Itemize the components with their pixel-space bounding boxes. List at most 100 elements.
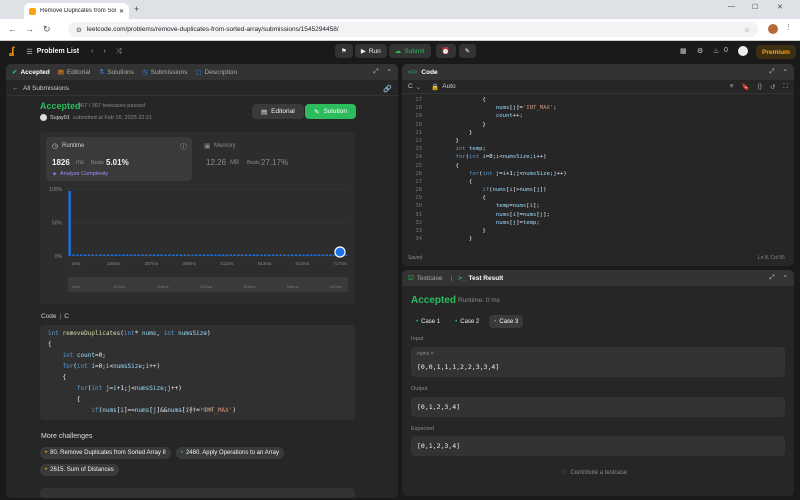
problem-list-link[interactable]: Problem List (37, 48, 79, 55)
chart-bar[interactable] (141, 254, 144, 257)
chart-bar[interactable] (129, 254, 133, 257)
chart-bar[interactable] (264, 254, 267, 257)
chart-bar[interactable] (252, 254, 255, 257)
chart-bar[interactable] (229, 254, 232, 257)
expand-result-icon[interactable]: ⤢ (769, 274, 774, 282)
tab-accepted[interactable]: ✔ Accepted (12, 68, 50, 77)
chart-bar[interactable] (287, 254, 290, 257)
analyze-complexity-link[interactable]: Analyze Complexity (60, 171, 108, 177)
editor-code-line[interactable]: int temp; (442, 146, 782, 154)
chart-bar[interactable] (321, 254, 324, 257)
chart-bar[interactable] (218, 254, 221, 257)
editor-code-line[interactable]: for(int i=0;i<numsSize;i++) (442, 154, 782, 162)
editor-code-line[interactable]: } (442, 138, 782, 146)
chart-bar[interactable] (302, 254, 305, 257)
next-problem-icon[interactable]: › (103, 48, 105, 55)
bookmark-icon[interactable]: 🔖 (742, 83, 750, 91)
profile-avatar[interactable] (768, 24, 778, 34)
expand-icon[interactable]: ⤢ (373, 68, 378, 76)
chart-bar[interactable] (191, 254, 194, 257)
chart-bar[interactable] (95, 254, 98, 257)
chart-bar[interactable] (118, 254, 121, 257)
chart-bar[interactable] (83, 254, 87, 257)
tab-editorial[interactable]: ▤ Editorial (58, 68, 91, 77)
collapse-result-icon[interactable]: ⌃ (783, 274, 788, 282)
settings-icon[interactable]: ⚙ (697, 47, 703, 55)
chart-bar[interactable] (106, 254, 110, 257)
back-icon[interactable]: ← (8, 24, 17, 34)
chart-bar[interactable] (80, 254, 83, 257)
browser-tab[interactable]: Remove Duplicates from Sorted... ✕ (24, 3, 129, 19)
chart-bar[interactable] (168, 254, 171, 257)
editor-code-line[interactable]: } (442, 130, 782, 138)
chart-bar[interactable] (283, 254, 286, 257)
run-button[interactable]: ▶ Run (354, 44, 387, 58)
editor-code-line[interactable]: } (442, 236, 782, 244)
all-submissions-link[interactable]: All Submissions (23, 85, 69, 92)
chart-bar[interactable] (202, 254, 206, 257)
chart-bar[interactable] (271, 254, 275, 257)
timer-button[interactable]: ⏰ (435, 44, 456, 58)
chart-bar[interactable] (244, 254, 248, 257)
chart-bar[interactable] (152, 254, 156, 257)
challenge-item[interactable]: • 80. Remove Duplicates from Sorted Array… (40, 447, 171, 459)
fullscreen-icon[interactable]: ⛶ (783, 83, 788, 91)
chart-bar[interactable] (110, 254, 114, 257)
close-tab-icon[interactable]: ✕ (119, 8, 124, 15)
username[interactable]: Sujay01 (50, 115, 70, 121)
leetcode-logo-icon[interactable]: ʆ (9, 46, 14, 57)
case-tab-2[interactable]: • Case 2 (450, 315, 484, 328)
tab-submissions[interactable]: ◷ Submissions (142, 68, 188, 77)
bookmark-star-icon[interactable]: ☆ (744, 26, 750, 34)
editor-code-line[interactable]: nums[j]=temp; (442, 220, 782, 228)
chart-bar[interactable] (149, 254, 152, 257)
chart-bar[interactable] (175, 254, 179, 257)
braces-icon[interactable]: {} (758, 83, 762, 90)
challenge-item[interactable]: • 2615. Sum of Distances (40, 464, 119, 476)
editor-code[interactable]: { nums[j]='INT_MAX'; count++; } } } int … (442, 97, 782, 244)
menu-dots-icon[interactable]: ⋮ (785, 23, 792, 31)
runtime-distribution-chart[interactable]: 100% 50% 0% 4ms 105ms 207ms 309ms 411ms 513ms 61… (40, 184, 355, 304)
contribute-testcase-link[interactable]: ♡ Contribute a testcase (562, 469, 627, 477)
link-icon[interactable]: 🔗 (383, 85, 392, 93)
chart-bar[interactable] (114, 254, 117, 257)
chart-bar[interactable] (99, 254, 102, 257)
chart-bar[interactable] (221, 254, 225, 257)
chart-bar[interactable] (294, 254, 298, 257)
new-tab-icon[interactable]: + (134, 4, 139, 14)
editor-code-line[interactable]: { (442, 195, 782, 203)
chart-bar[interactable] (298, 254, 301, 257)
chart-bar[interactable] (313, 254, 317, 257)
chart-bar[interactable] (306, 254, 309, 257)
editor-code-line[interactable]: } (442, 122, 782, 130)
premium-button[interactable]: Premium (756, 45, 796, 59)
maximize-icon[interactable]: ☐ (752, 3, 758, 11)
solution-button[interactable]: ✎ Solution (305, 104, 356, 119)
editor-code-line[interactable]: count++; (442, 113, 782, 121)
back-arrow-icon[interactable]: ← (12, 85, 19, 92)
editor-code-line[interactable]: { (442, 97, 782, 105)
chart-bar[interactable] (195, 254, 198, 257)
tab-test-result[interactable]: >_ Test Result (458, 275, 503, 282)
url-input[interactable]: ⚙ leetcode.com/problems/remove-duplicate… (68, 22, 758, 37)
chart-bar[interactable] (133, 254, 137, 257)
submitted-code-block[interactable]: int removeDuplicates(int* nums, int nums… (40, 325, 355, 420)
chart-bar[interactable] (325, 254, 328, 257)
info-icon[interactable]: ⓘ (180, 142, 187, 152)
auto-mode[interactable]: Auto (442, 83, 455, 90)
editor-code-line[interactable]: { (442, 163, 782, 171)
chart-bar[interactable] (344, 254, 347, 257)
chart-bar[interactable] (160, 254, 163, 257)
editor-code-line[interactable]: { (442, 179, 782, 187)
chart-bar[interactable] (126, 254, 129, 257)
case-tab-1[interactable]: • Case 1 (411, 315, 445, 328)
fire-icon[interactable]: ♨ (713, 47, 719, 55)
chart-bar[interactable] (267, 254, 271, 257)
tab-description[interactable]: ▢ Description (195, 68, 237, 77)
user-avatar[interactable] (738, 46, 748, 56)
chart-bar[interactable] (237, 254, 240, 257)
tab-testcase[interactable]: ☑ Testcase (408, 274, 442, 283)
chart-bar[interactable] (310, 254, 313, 257)
submit-button[interactable]: ☁ Submit (388, 44, 431, 58)
chart-bar[interactable] (241, 254, 244, 257)
